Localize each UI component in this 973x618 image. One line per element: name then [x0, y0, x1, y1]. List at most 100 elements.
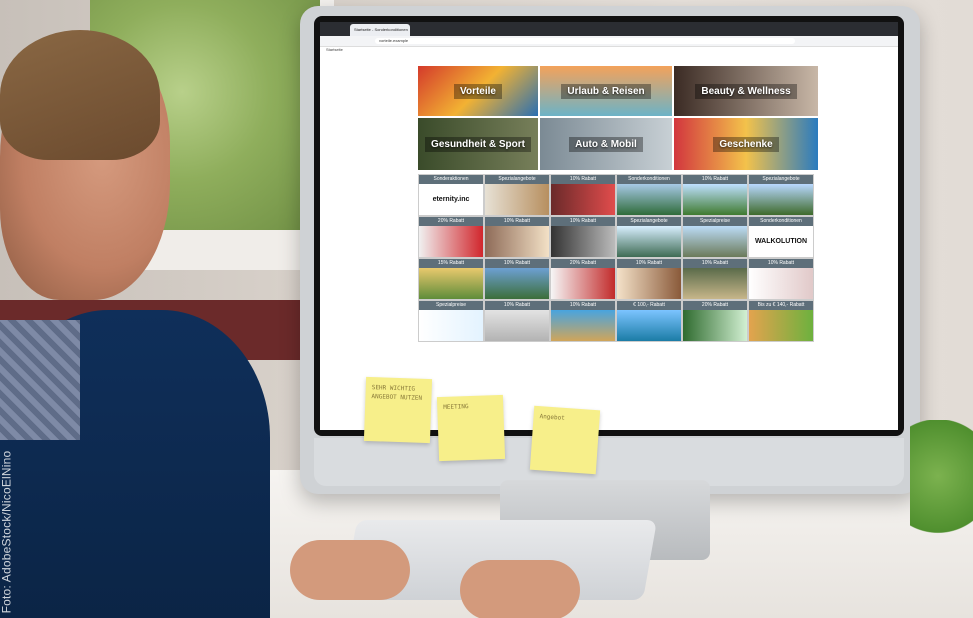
screen-bezel: Startseite - Sonderkonditionen vorteile.…: [314, 16, 904, 436]
offer-tile[interactable]: Spezialangebote: [484, 174, 550, 216]
offer-image: [749, 268, 813, 299]
offer-caption: 20% Rabatt: [419, 217, 483, 226]
offer-tile[interactable]: 20% Rabatt: [550, 258, 616, 300]
offer-tile[interactable]: Sonderkonditionen: [616, 174, 682, 216]
offer-tile[interactable]: Bis zu € 140,- Rabatt: [748, 300, 814, 342]
offer-caption: Spezialangebote: [749, 175, 813, 184]
offer-caption: 20% Rabatt: [551, 259, 615, 268]
offer-image: [485, 184, 549, 215]
offer-grid: Vorteile Urlaub & Reisen Beauty & Wellne…: [418, 66, 818, 426]
offer-caption: 10% Rabatt: [683, 259, 747, 268]
offer-tile[interactable]: Sonderaktionen eternity.inc: [418, 174, 484, 216]
offer-image: [617, 268, 681, 299]
category-urlaub[interactable]: Urlaub & Reisen: [540, 66, 672, 116]
offer-tile[interactable]: Spezialangebote: [616, 216, 682, 258]
offer-image: [683, 310, 747, 341]
browser-tab[interactable]: Startseite - Sonderkonditionen: [350, 24, 410, 36]
offer-caption: 20% Rabatt: [683, 301, 747, 310]
offer-logo: WALKOLUTION: [749, 226, 813, 257]
offer-tile[interactable]: Spezialpreise: [418, 300, 484, 342]
offer-image: [419, 226, 483, 257]
category-auto[interactable]: Auto & Mobil: [540, 118, 672, 170]
offer-tile[interactable]: 10% Rabatt: [484, 258, 550, 300]
offer-caption: 10% Rabatt: [485, 217, 549, 226]
offer-tile[interactable]: Spezialangebote: [748, 174, 814, 216]
offer-caption: 10% Rabatt: [749, 259, 813, 268]
left-hand: [290, 540, 410, 600]
browser-tabbar: Startseite - Sonderkonditionen: [320, 22, 898, 36]
url-field[interactable]: vorteile.example: [375, 38, 795, 44]
right-hand: [460, 560, 580, 618]
offer-tile[interactable]: 10% Rabatt: [550, 300, 616, 342]
offer-caption: Sonderkonditionen: [617, 175, 681, 184]
offer-tile[interactable]: 10% Rabatt: [550, 174, 616, 216]
monitor-chin: [314, 438, 904, 486]
photo-scene: Startseite - Sonderkonditionen vorteile.…: [0, 0, 973, 618]
offer-image: [419, 268, 483, 299]
offer-tile[interactable]: 10% Rabatt: [484, 216, 550, 258]
offer-caption: 10% Rabatt: [551, 175, 615, 184]
offer-image: [551, 310, 615, 341]
offer-tile[interactable]: € 100,- Rabatt: [616, 300, 682, 342]
offer-caption: Spezialangebote: [617, 217, 681, 226]
category-beauty[interactable]: Beauty & Wellness: [674, 66, 818, 116]
sticky-note: SEHR WICHTIG ANGEBOT NUTZEN: [363, 376, 433, 444]
category-label: Urlaub & Reisen: [561, 83, 651, 99]
offer-caption: Spezialpreise: [683, 217, 747, 226]
offer-tile[interactable]: Sonderkonditionen WALKOLUTION: [748, 216, 814, 258]
offer-image: [683, 184, 747, 215]
category-vorteile[interactable]: Vorteile: [418, 66, 538, 116]
offer-caption: 10% Rabatt: [551, 217, 615, 226]
shirt-collar: [0, 320, 80, 440]
plant: [910, 420, 973, 560]
offer-caption: Sonderaktionen: [419, 175, 483, 184]
offer-caption: 10% Rabatt: [617, 259, 681, 268]
offer-image: [683, 268, 747, 299]
offer-caption: 15% Rabatt: [419, 259, 483, 268]
offer-caption: Sonderkonditionen: [749, 217, 813, 226]
offer-caption: € 100,- Rabatt: [617, 301, 681, 310]
offer-image: [683, 226, 747, 257]
sticky-note: MEETING: [436, 394, 506, 462]
offer-tile[interactable]: Spezialpreise: [682, 216, 748, 258]
category-label: Beauty & Wellness: [695, 83, 797, 99]
offer-caption: 10% Rabatt: [485, 301, 549, 310]
category-gesundheit[interactable]: Gesundheit & Sport: [418, 118, 538, 170]
offer-image: [617, 226, 681, 257]
category-label: Gesundheit & Sport: [425, 136, 531, 152]
offer-tile[interactable]: 10% Rabatt: [550, 216, 616, 258]
offer-caption: 10% Rabatt: [485, 259, 549, 268]
offer-caption: Spezialangebote: [485, 175, 549, 184]
category-label: Auto & Mobil: [569, 136, 643, 152]
offer-tile[interactable]: 10% Rabatt: [616, 258, 682, 300]
photo-credit: Foto: AdobeStock/NicoElNino: [0, 450, 14, 614]
offer-image: [419, 310, 483, 341]
offer-image: [485, 268, 549, 299]
offer-image: [551, 226, 615, 257]
offer-tile[interactable]: 10% Rabatt: [682, 174, 748, 216]
offer-image: [749, 310, 813, 341]
sticky-note: Angebot: [529, 405, 601, 475]
bookmark-startseite[interactable]: Startseite: [326, 47, 343, 52]
address-bar[interactable]: vorteile.example: [320, 36, 898, 47]
offer-caption: Bis zu € 140,- Rabatt: [749, 301, 813, 310]
offer-caption: Spezialpreise: [419, 301, 483, 310]
person-hair: [0, 30, 160, 160]
offer-image: [749, 184, 813, 215]
browser-screen: Startseite - Sonderkonditionen vorteile.…: [320, 22, 898, 430]
offer-tile[interactable]: 20% Rabatt: [682, 300, 748, 342]
offer-image: [485, 310, 549, 341]
offer-tile[interactable]: 10% Rabatt: [682, 258, 748, 300]
offer-image: [485, 226, 549, 257]
offer-image: [617, 310, 681, 341]
category-geschenke[interactable]: Geschenke: [674, 118, 818, 170]
offer-tile[interactable]: 10% Rabatt: [748, 258, 814, 300]
offer-logo: eternity.inc: [419, 184, 483, 215]
offer-image: [551, 184, 615, 215]
offer-image: [617, 184, 681, 215]
offer-tile[interactable]: 20% Rabatt: [418, 216, 484, 258]
category-label: Vorteile: [454, 83, 502, 99]
category-label: Geschenke: [713, 136, 779, 152]
offer-tile[interactable]: 10% Rabatt: [484, 300, 550, 342]
offer-tile[interactable]: 15% Rabatt: [418, 258, 484, 300]
